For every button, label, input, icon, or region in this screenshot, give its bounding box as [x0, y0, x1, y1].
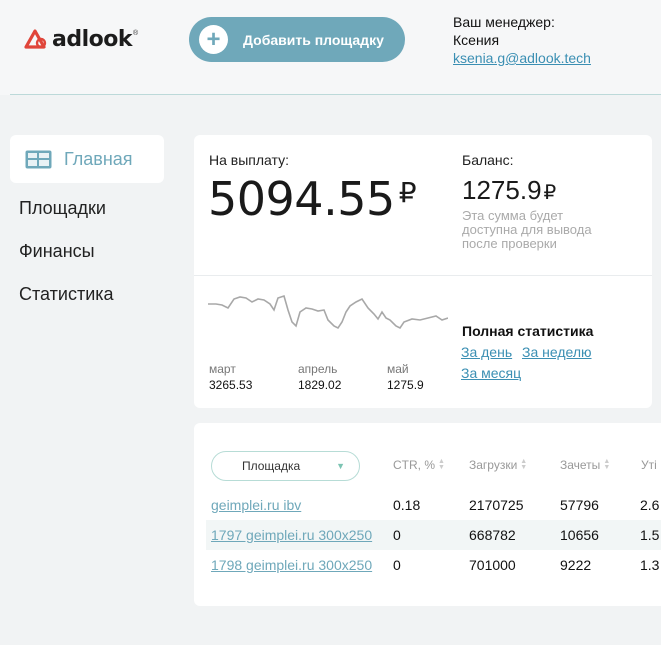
month-label: апрель — [298, 362, 338, 376]
manager-name: Ксения — [453, 32, 500, 48]
table-cell-credits: 57796 — [560, 497, 599, 513]
add-site-button[interactable]: + Добавить площадку — [189, 17, 405, 62]
month-value: 1829.02 — [298, 378, 342, 392]
logo-text: adlook — [52, 26, 133, 52]
sidebar-item-label: Главная — [64, 148, 133, 169]
month-label: март — [209, 362, 236, 376]
payout-value: 5094.55 ₽ — [208, 172, 417, 226]
table-row-site-link[interactable]: 1798 geimplei.ru 300x250 — [211, 557, 372, 573]
manager-info: Ваш менеджер: Ксения ksenia.g@adlook.tec… — [453, 13, 591, 67]
sort-icon: ▲ ▼ — [438, 458, 445, 471]
earnings-sparkline — [208, 294, 448, 330]
table-row-site-link[interactable]: geimplei.ru ibv — [211, 497, 301, 513]
column-header-credits[interactable]: Зачеты ▲ ▼ — [560, 458, 610, 472]
month-value: 3265.53 — [209, 378, 253, 392]
site-filter-dropdown[interactable]: Площадка ▼ — [211, 451, 360, 481]
summary-card: На выплату: 5094.55 ₽ Баланс: 1275.9 ₽ Эта… — [194, 135, 652, 408]
plus-icon: + — [199, 25, 228, 54]
table-cell-loads: 2170725 — [469, 497, 524, 513]
stats-month-link[interactable]: За месяц — [461, 365, 521, 381]
table-cell-loads: 701000 — [469, 557, 516, 573]
table-cell-extra: 1.3 — [640, 557, 660, 573]
sort-icon: ▲ ▼ — [603, 458, 611, 471]
site-filter-label: Площадка — [242, 459, 301, 473]
sort-icon: ▲ ▼ — [520, 458, 528, 471]
sidebar-item-finance[interactable]: Финансы — [19, 241, 95, 262]
chevron-down-icon: ▼ — [336, 461, 345, 471]
add-site-label: Добавить площадку — [243, 31, 384, 48]
stats-week-link[interactable]: За неделю — [522, 344, 592, 360]
manager-email-link[interactable]: ksenia.g@adlook.tech — [453, 49, 591, 67]
table-cell-credits: 10656 — [560, 527, 599, 543]
logo-icon — [24, 29, 47, 49]
dashboard-icon — [25, 150, 52, 168]
sidebar-item-home[interactable]: Главная — [10, 135, 164, 183]
table-cell-ctr: 0.18 — [393, 497, 421, 513]
sites-table-card: Площадка ▼ CTR, % ▲ ▼ Загрузки ▲ ▼ Зачеты ▲ ▼ … — [194, 423, 661, 606]
sidebar-item-statistics[interactable]: Статистика — [19, 284, 114, 305]
balance-value: 1275.9 ₽ — [462, 175, 557, 205]
table-cell-extra: 1.5 — [640, 527, 660, 543]
column-header-extra[interactable]: Уті — [641, 458, 657, 472]
table-row-site-link[interactable]: 1797 geimplei.ru 300x250 — [211, 527, 372, 543]
logo[interactable]: adlook ® — [24, 26, 138, 52]
full-stats-title: Полная статистика — [462, 323, 594, 339]
balance-note: Эта сумма будет доступна для вывода посл… — [462, 208, 592, 251]
card-divider — [194, 275, 652, 276]
column-header-loads[interactable]: Загрузки ▲ ▼ — [469, 458, 527, 472]
sidebar-item-sites[interactable]: Площадки — [19, 198, 106, 219]
header: adlook ® + Добавить площадку Ваш менеджер… — [0, 0, 661, 95]
month-label: май — [387, 362, 409, 376]
month-value: 1275.9 — [387, 378, 424, 392]
column-header-ctr[interactable]: CTR, % ▲ ▼ — [393, 458, 445, 472]
ruble-icon: ₽ — [543, 182, 557, 204]
manager-label: Ваш менеджер: — [453, 14, 555, 30]
table-cell-extra: 2.6 — [640, 497, 660, 513]
logo-registered-mark: ® — [133, 29, 139, 37]
header-divider — [10, 94, 661, 95]
ruble-icon: ₽ — [398, 176, 417, 209]
table-cell-credits: 9222 — [560, 557, 592, 573]
payout-label: На выплату: — [209, 152, 289, 168]
table-cell-ctr: 0 — [393, 527, 401, 543]
table-cell-ctr: 0 — [393, 557, 401, 573]
balance-label: Баланс: — [462, 152, 514, 168]
stats-day-link[interactable]: За день — [461, 344, 512, 360]
table-cell-loads: 668782 — [469, 527, 516, 543]
